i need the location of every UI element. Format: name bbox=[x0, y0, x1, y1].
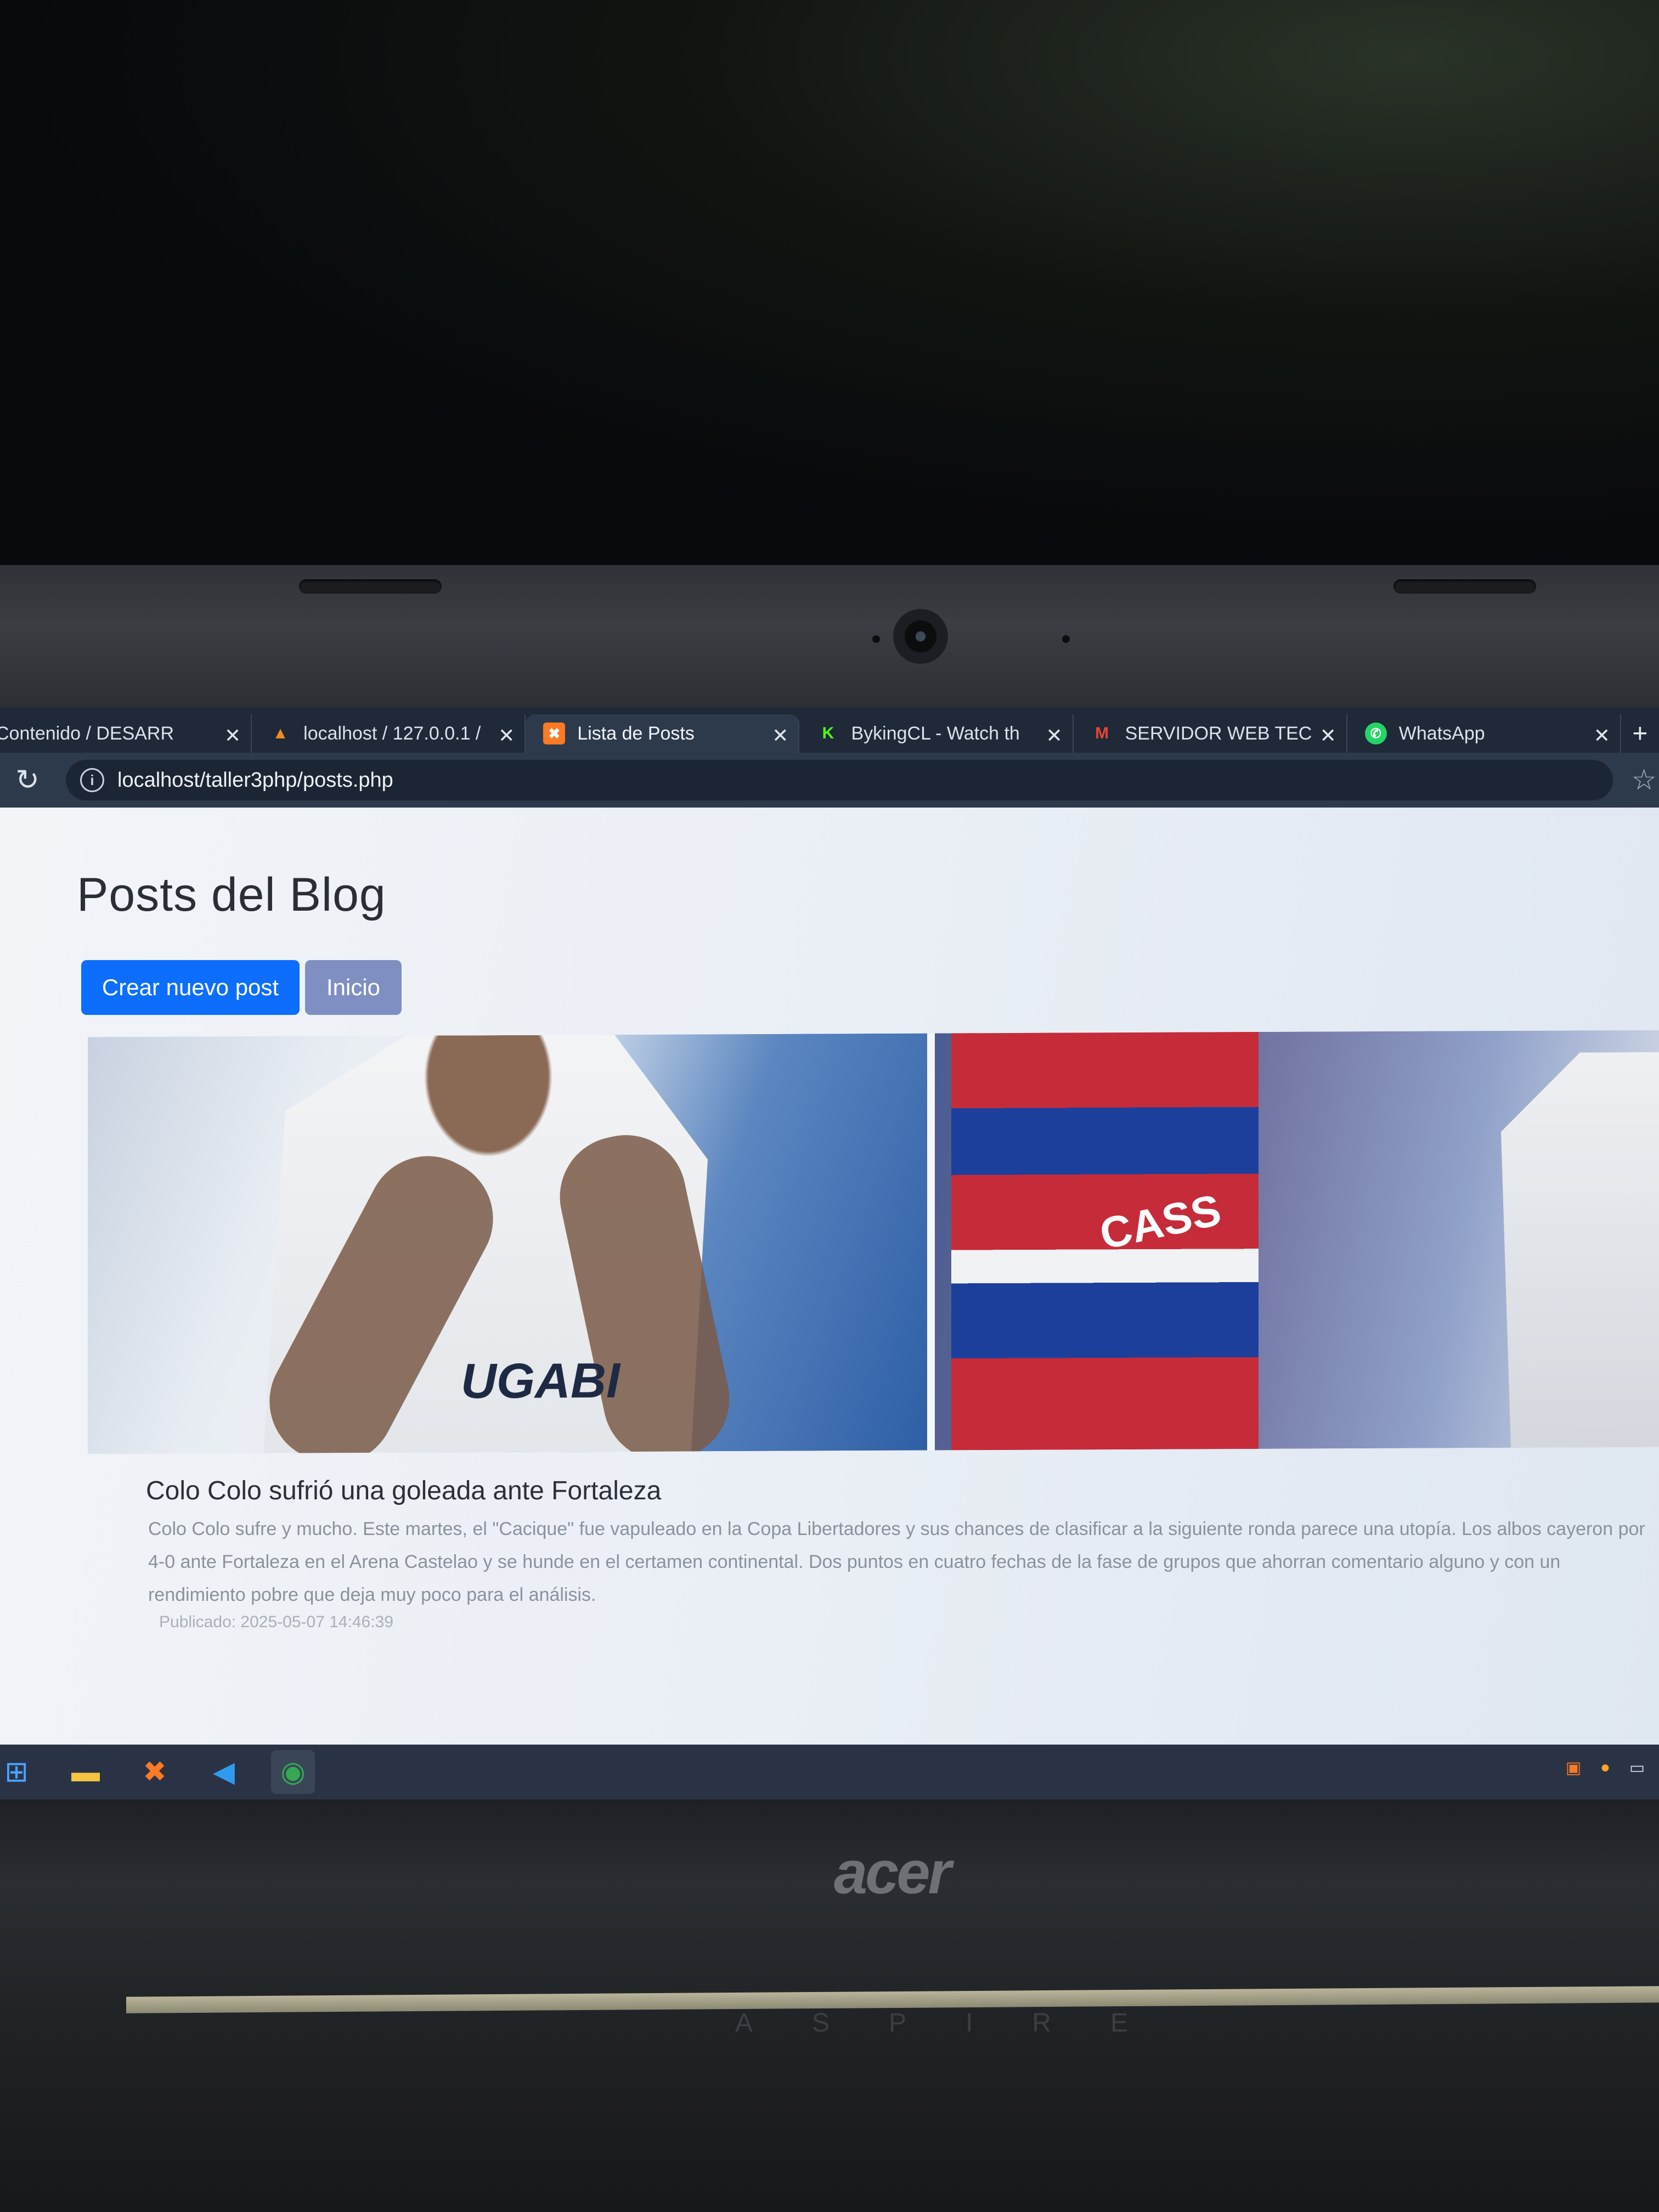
webcam bbox=[893, 609, 948, 664]
bookmark-star-icon[interactable]: ☆ bbox=[1631, 764, 1657, 797]
browser-toolbar: ↻ i localhost/taller3php/posts.php ☆ bbox=[0, 753, 1659, 808]
address-bar[interactable]: i localhost/taller3php/posts.php bbox=[66, 760, 1613, 800]
tab-lista-de-posts[interactable]: ✖ Lista de Posts ✕ bbox=[526, 714, 800, 753]
post-title: Colo Colo sufrió una goleada ante Fortal… bbox=[146, 1476, 662, 1505]
xampp-icon: ✖ bbox=[543, 723, 566, 744]
system-tray: ▣ ● ▭ bbox=[1562, 1757, 1648, 1779]
browser-tab-strip: Contenido / DESARR ✕ ▲ localhost / 127.0… bbox=[0, 708, 1659, 753]
vscode-icon[interactable]: ◀ bbox=[202, 1750, 246, 1794]
close-icon[interactable]: ✕ bbox=[772, 724, 788, 747]
player-figure bbox=[1462, 1052, 1659, 1448]
xampp-tray-icon[interactable]: ▣ bbox=[1562, 1757, 1584, 1779]
close-icon[interactable]: ✕ bbox=[498, 724, 515, 747]
bezel-slot-right bbox=[1393, 579, 1536, 594]
whatsapp-icon: ✆ bbox=[1364, 723, 1387, 744]
photo-divider bbox=[927, 1033, 935, 1451]
post-date: Publicado: 2025-05-07 14:46:39 bbox=[159, 1613, 394, 1631]
tab-phpmyadmin[interactable]: ▲ localhost / 127.0.0.1 / ✕ bbox=[252, 714, 526, 753]
post-body: Colo Colo sufre y mucho. Este martes, el… bbox=[148, 1519, 1645, 1605]
page-content: Posts del Blog Crear nuevo post Inicio U… bbox=[0, 808, 1659, 1762]
tab-contenido[interactable]: Contenido / DESARR ✕ bbox=[0, 714, 252, 753]
post-photo-left: UGABI bbox=[88, 1033, 927, 1454]
windows-start-icon[interactable]: ⊞ bbox=[0, 1750, 38, 1794]
file-explorer-icon[interactable]: ▬ bbox=[64, 1750, 108, 1794]
battery-icon[interactable]: ▭ bbox=[1626, 1757, 1648, 1779]
laptop-screen: Contenido / DESARR ✕ ▲ localhost / 127.0… bbox=[0, 708, 1659, 1799]
reload-icon[interactable]: ↻ bbox=[0, 764, 55, 797]
update-tray-icon[interactable]: ● bbox=[1594, 1757, 1616, 1779]
laptop-brand-logo: acer bbox=[834, 1839, 951, 1906]
taskbar: ⊞ ▬ ✖ ◀ ◉ ▣ ● ▭ bbox=[0, 1745, 1659, 1799]
gmail-icon: M bbox=[1095, 724, 1109, 742]
site-info-icon[interactable]: i bbox=[80, 768, 104, 792]
tab-kick[interactable]: K BykingCL - Watch th ✕ bbox=[799, 714, 1074, 753]
background-wall bbox=[0, 0, 1659, 565]
post-photo-right: CASS bbox=[935, 1030, 1659, 1451]
page-title: Posts del Blog bbox=[77, 868, 386, 921]
address-text: localhost/taller3php/posts.php bbox=[117, 768, 393, 792]
kick-icon: K bbox=[822, 724, 834, 742]
close-icon[interactable]: ✕ bbox=[224, 724, 241, 747]
mic-dot bbox=[872, 635, 880, 643]
chrome-icon[interactable]: ◉ bbox=[271, 1750, 315, 1794]
tab-whatsapp[interactable]: ✆ WhatsApp ✕ bbox=[1347, 714, 1621, 753]
post-image: UGABI CASS bbox=[88, 1030, 1659, 1454]
bezel-slot-left bbox=[299, 579, 442, 594]
new-tab-plus-icon[interactable]: + bbox=[1621, 714, 1659, 753]
shirt-sponsor-text: UGABI bbox=[461, 1353, 620, 1409]
close-icon[interactable]: ✕ bbox=[1046, 724, 1062, 747]
create-post-button[interactable]: Crear nuevo post bbox=[81, 960, 300, 1015]
phpmyadmin-icon: ▲ bbox=[272, 724, 289, 742]
close-icon[interactable]: ✕ bbox=[1320, 724, 1336, 747]
xampp-icon[interactable]: ✖ bbox=[133, 1750, 177, 1794]
laptop-model-text: ASPIRE bbox=[735, 2008, 1188, 2038]
tab-gmail[interactable]: M SERVIDOR WEB TEC ✕ bbox=[1074, 714, 1347, 753]
led-dot bbox=[1062, 635, 1070, 643]
laptop-top-bezel bbox=[0, 565, 1659, 713]
close-icon[interactable]: ✕ bbox=[1594, 724, 1610, 747]
home-button[interactable]: Inicio bbox=[305, 960, 402, 1015]
